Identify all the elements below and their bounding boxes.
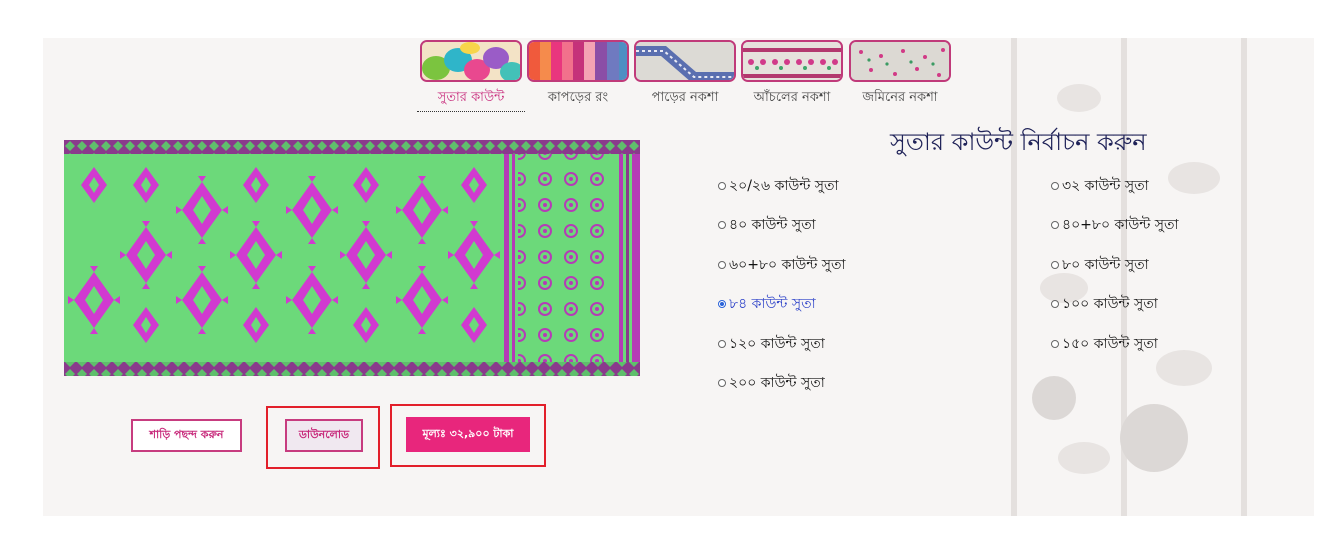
radio-icon[interactable]: [718, 379, 726, 387]
thread-option-100[interactable]: ১০০ কাউন্ট সুতা: [1051, 292, 1158, 316]
thread-option-20-26[interactable]: ২০/২৬ কাউন্ট সুতা: [718, 174, 839, 198]
option-label: ১২০ কাউন্ট সুতা: [729, 336, 825, 352]
body-design-thumbnail: [851, 42, 949, 80]
thread-option-200[interactable]: ২০০ কাউন্ট সুতা: [718, 371, 825, 395]
price-button[interactable]: মূল্যঃ ৩২,৯০০ টাকা: [406, 417, 530, 452]
radio-icon[interactable]: [718, 340, 726, 348]
tab-label-border-design[interactable]: পাড়ের নকশা: [634, 88, 736, 109]
thread-option-40-80[interactable]: ৪০+৮০ কাউন্ট সুতা: [1051, 213, 1179, 237]
tab-label-anchal-design[interactable]: আঁচলের নকশা: [741, 88, 843, 109]
option-label: ৪০+৮০ কাউন্ট সুতা: [1062, 217, 1179, 233]
border-design-thumbnail: [636, 42, 734, 80]
option-label: ৩২ কাউন্ট সুতা: [1062, 178, 1149, 194]
option-label: ৮৪ কাউন্ট সুতা: [729, 296, 816, 312]
option-label: ১০০ কাউন্ট সুতা: [1062, 296, 1158, 312]
active-tab-underline: [417, 111, 525, 112]
tab-label-thread-count[interactable]: সুতার কাউন্ট: [420, 88, 522, 109]
fabric-color-thumbnail: [529, 42, 627, 80]
option-label: ৬০+৮০ কাউন্ট সুতা: [729, 257, 846, 273]
radio-icon[interactable]: [1051, 300, 1059, 308]
radio-selected-icon[interactable]: [718, 300, 726, 308]
thread-option-60-80[interactable]: ৬০+৮০ কাউন্ট সুতা: [718, 253, 846, 277]
thread-option-40[interactable]: ৪০ কাউন্ট সুতা: [718, 213, 816, 237]
radio-icon[interactable]: [718, 182, 726, 190]
thread-option-120[interactable]: ১২০ কাউন্ট সুতা: [718, 332, 825, 356]
option-label: ১৫০ কাউন্ট সুতা: [1062, 336, 1158, 352]
radio-icon[interactable]: [1051, 261, 1059, 269]
option-label: ৮০ কাউন্ট সুতা: [1062, 257, 1149, 273]
saree-preview: [64, 140, 640, 376]
page-title: সুতার কাউন্ট নির্বাচন করুন: [890, 128, 1147, 156]
radio-icon[interactable]: [1051, 221, 1059, 229]
option-label: ৪০ কাউন্ট সুতা: [729, 217, 816, 233]
radio-icon[interactable]: [718, 221, 726, 229]
option-label: ২০০ কাউন্ট সুতা: [729, 375, 825, 391]
thread-option-80[interactable]: ৮০ কাউন্ট সুতা: [1051, 253, 1149, 277]
tab-label-body-design[interactable]: জমিনের নকশা: [847, 88, 953, 109]
choose-saree-button[interactable]: শাড়ি পছন্দ করুন: [131, 419, 242, 452]
tab-thread-count[interactable]: [420, 40, 522, 82]
option-label: ২০/২৬ কাউন্ট সুতা: [729, 178, 839, 194]
bird-pattern-decoration: [1011, 38, 1247, 516]
thread-option-150[interactable]: ১৫০ কাউন্ট সুতা: [1051, 332, 1158, 356]
thread-option-32[interactable]: ৩২ কাউন্ট সুতা: [1051, 174, 1149, 198]
tab-body-design[interactable]: [849, 40, 951, 82]
anchal-design-thumbnail: [743, 42, 841, 80]
radio-icon[interactable]: [1051, 340, 1059, 348]
yarn-thumbnail: [422, 42, 520, 80]
radio-icon[interactable]: [1051, 182, 1059, 190]
download-button[interactable]: ডাউনলোড: [285, 419, 363, 452]
thread-option-84[interactable]: ৮৪ কাউন্ট সুতা: [718, 292, 816, 316]
radio-icon[interactable]: [718, 261, 726, 269]
tab-label-fabric-color[interactable]: কাপড়ের রং: [527, 88, 629, 109]
tab-anchal-design[interactable]: [741, 40, 843, 82]
tab-fabric-color[interactable]: [527, 40, 629, 82]
tab-border-design[interactable]: [634, 40, 736, 82]
